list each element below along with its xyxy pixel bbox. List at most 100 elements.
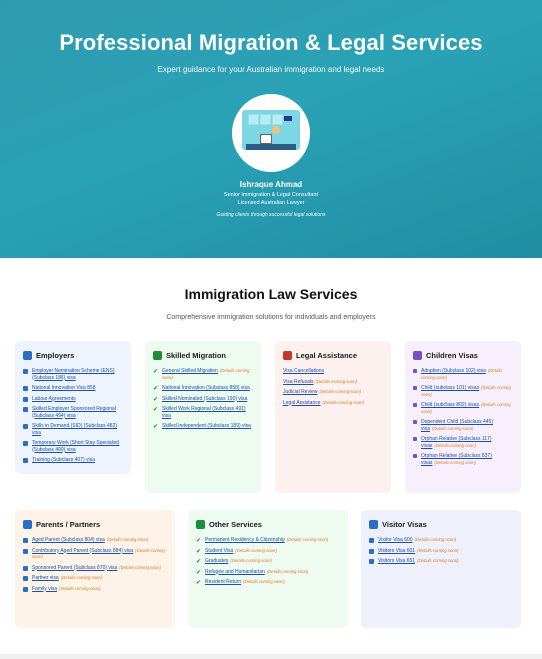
bullet-square-icon	[23, 565, 28, 571]
service-link[interactable]: Skilled Independent (Subclass 189) visa	[162, 423, 251, 429]
card-title: Parents / Partners	[36, 520, 101, 529]
australian-flag-icon	[284, 116, 292, 121]
coming-soon-note: (Details coming soon)	[243, 579, 285, 584]
services-description: Comprehensive immigration solutions for …	[166, 314, 376, 321]
service-link[interactable]: Training (Subclass 407) visa	[32, 457, 95, 463]
service-card-legal-assistance: Legal Assistance Visa Cancellations Visa R…	[275, 341, 391, 493]
service-item: Visa Cancellations	[283, 368, 383, 375]
service-card-visitor-visas: Visitor Visas Visitor Visa 600 (Details co…	[361, 510, 521, 628]
service-item: Family visa (Details coming soon)	[23, 586, 167, 593]
bullet-square-icon	[369, 559, 374, 564]
service-link[interactable]: Contributory Aged Parent (Subclass 884) …	[32, 548, 133, 554]
service-link[interactable]: Partner visa	[32, 575, 59, 581]
consultant-tagline: Guiding clients through successful legal…	[216, 212, 326, 218]
service-link[interactable]: Visitor Visa 600	[378, 537, 413, 543]
card-title: Employers	[36, 351, 75, 360]
service-item: ✔ Refugee and Humanitarian (Details coming…	[196, 569, 340, 576]
service-item: Adoption (Subclass 102) visa (Details com…	[413, 368, 513, 381]
bullet-square-icon	[23, 538, 28, 543]
service-item: ✔ Permanent Residency & Citizenship (Detai…	[196, 537, 340, 544]
service-card-children-visas: Children Visas Adoption (Subclass 102) vi…	[405, 341, 521, 493]
service-link[interactable]: Graduates	[205, 558, 228, 564]
check-icon: ✔	[196, 548, 202, 555]
service-link[interactable]: Employer Nomination Scheme (ENS) (Subcla…	[32, 368, 115, 381]
service-link[interactable]: Refugee and Humanitarian	[205, 569, 265, 575]
coming-soon-note: (Details coming soon)	[414, 537, 457, 542]
airplane-icon	[369, 520, 378, 529]
service-link[interactable]: Visitors Visa 651	[378, 558, 415, 564]
service-item: Child (subclass 802) visas (Details comin…	[413, 402, 513, 415]
service-item: ✔ Resident Return (Details coming soon)	[196, 579, 340, 586]
service-item: ✔ Skilled Nominated (Subclass 190) visa	[153, 396, 253, 403]
bullet-square-icon	[23, 576, 28, 581]
check-icon: ✔	[196, 569, 202, 576]
service-link[interactable]: Visa Cancellations	[283, 368, 324, 374]
service-link[interactable]: Sponsored Parent (Subclass 870) visa	[32, 565, 117, 571]
service-link[interactable]: Resident Return	[205, 579, 241, 585]
service-item: ✔ Skilled Work Regional (Subclass 491) vi…	[153, 406, 253, 419]
service-link[interactable]: Family visa	[32, 586, 57, 592]
service-link[interactable]: Skilled Nominated (Subclass 190) visa	[162, 396, 247, 402]
bullet-square-icon	[23, 586, 28, 592]
service-item: Visitor Visa 600 (Details coming soon)	[369, 537, 513, 544]
service-item: Partner visa (Details coming soon)	[23, 575, 167, 582]
service-item: Sponsored Parent (Subclass 870) visa (Det…	[23, 565, 167, 572]
service-link[interactable]: Aged Parent (Subclass 804) visa	[32, 537, 105, 543]
service-link[interactable]: Legal Assistance	[283, 400, 321, 406]
check-icon: ✔	[153, 407, 159, 413]
bullet-square-icon	[23, 407, 28, 412]
card-header: Parents / Partners	[23, 520, 167, 529]
service-item: Contributory Aged Parent (Subclass 884) …	[23, 548, 167, 561]
bullet-dot-icon	[413, 437, 417, 441]
coming-soon-note: (Details coming soon)	[60, 575, 103, 580]
service-item: Judicial Review (Details coming soon)	[283, 389, 383, 396]
service-link[interactable]: Judicial Review	[283, 389, 317, 395]
scales-icon	[283, 351, 292, 360]
check-icon: ✔	[196, 559, 202, 565]
service-link[interactable]: Skilled Work Regional (Subclass 491) vis…	[162, 406, 246, 419]
service-link[interactable]: Visitors Visa 601	[378, 548, 415, 554]
service-card-parents-partners: Parents / Partners Aged Parent (Subclass …	[15, 510, 175, 628]
service-item: ✔ National Innovation (Subclass 858) visa	[153, 385, 253, 392]
check-icon: ✔	[153, 386, 159, 392]
bullet-dot-icon	[413, 386, 417, 390]
bullet-square-icon	[369, 538, 374, 543]
service-link[interactable]: Child (subclass 802) visas	[421, 402, 479, 408]
service-link[interactable]: Student Visa	[205, 548, 233, 554]
service-item: Employer Nomination Scheme (ENS) (Subcla…	[23, 368, 123, 381]
service-item: ✔ General Skilled Migration (Details comin…	[153, 368, 253, 381]
coming-soon-note: (Details coming soon)	[266, 568, 309, 574]
coming-soon-note: (Details coming soon)	[119, 564, 161, 570]
card-header: Legal Assistance	[283, 351, 383, 360]
service-link[interactable]: Skills in Demand (SID) (Subclass 482) vi…	[32, 423, 117, 436]
card-header: Visitor Visas	[369, 520, 513, 529]
bullet-square-icon	[23, 396, 28, 402]
bullet-dot-icon	[413, 454, 417, 458]
coming-soon-note: (Details coming soon)	[230, 558, 272, 563]
page-footer-divider	[0, 654, 542, 659]
card-title: Visitor Visas	[382, 520, 427, 529]
card-title: Other Services	[209, 520, 262, 529]
bullet-square-icon	[23, 424, 28, 429]
coming-soon-note: (Details coming soon)	[106, 537, 149, 542]
service-link[interactable]: National Innovation Visa 858	[32, 385, 96, 391]
service-link[interactable]: Permanent Residency & Citizenship	[205, 537, 285, 543]
service-item: Labour Agreements	[23, 396, 123, 403]
service-link[interactable]: General Skilled Migration	[162, 368, 218, 374]
coming-soon-note: (Details coming soon)	[434, 442, 476, 448]
service-item: Orphan Relative (Subclass 837) visas (Det…	[413, 453, 513, 466]
service-item: Temporary Work (Short Stay Specialist) (…	[23, 440, 123, 453]
service-link[interactable]: National Innovation (Subclass 858) visa	[162, 385, 250, 391]
service-link[interactable]: Labour Agreements	[32, 396, 76, 402]
service-link[interactable]: Adoption (Subclass 102) visa	[421, 368, 486, 374]
service-link[interactable]: Child (subclass 101) visas	[421, 385, 479, 391]
family-icon	[23, 520, 32, 529]
service-link[interactable]: Temporary Work (Short Stay Specialist) (…	[32, 440, 119, 453]
service-item: Visitors Visa 601 (Details coming soon)	[369, 548, 513, 555]
service-item: ✔ Skilled Independent (Subclass 189) visa	[153, 423, 253, 430]
service-item: Visitors Visa 651 (Details coming soon)	[369, 558, 513, 565]
coming-soon-note: (Details coming soon)	[315, 378, 358, 384]
service-link[interactable]: Visa Refusals	[283, 379, 313, 385]
bullet-square-icon	[23, 548, 28, 554]
service-link[interactable]: Skilled Employer Sponsored Regional (Sub…	[32, 406, 116, 419]
